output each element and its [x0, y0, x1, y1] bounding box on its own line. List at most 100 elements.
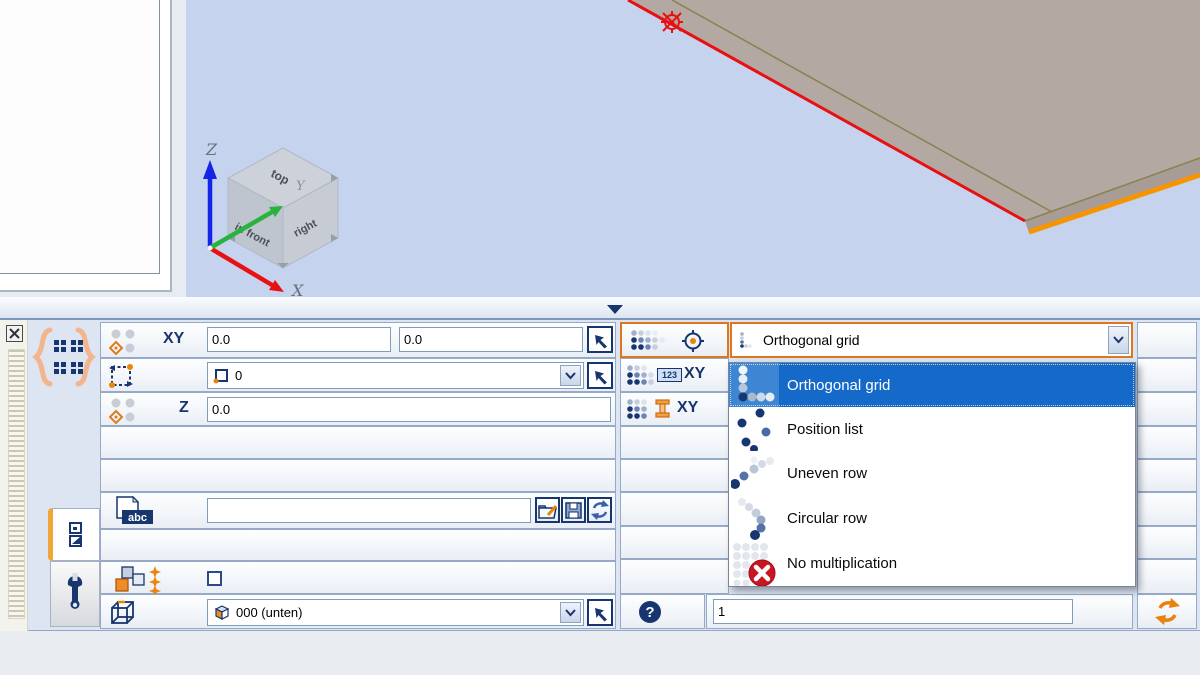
empty-row	[1137, 492, 1197, 526]
abc-badge: abc	[128, 512, 147, 524]
z-offset-input[interactable]	[207, 397, 611, 422]
dropdown-option-label: Position list	[787, 421, 863, 438]
close-panel-button[interactable]	[6, 325, 23, 342]
parameters-tab-icon	[68, 522, 85, 548]
element-option-row	[100, 561, 616, 594]
empty-row	[1137, 559, 1197, 594]
refresh-preview-icon[interactable]	[1154, 598, 1181, 625]
rotation-icon	[107, 362, 135, 390]
empty-row	[620, 526, 729, 559]
pick-arrow-icon	[591, 331, 609, 349]
dropdown-option-label: Uneven row	[787, 465, 867, 482]
uneven-row-icon	[729, 452, 779, 496]
point-snap-icon	[109, 327, 139, 355]
multiplication-selected-value: Orthogonal grid	[763, 332, 860, 348]
dropdown-option-position-list[interactable]: Position list	[729, 407, 1135, 451]
empty-row	[620, 426, 729, 459]
close-icon	[9, 328, 20, 339]
layer-combobox[interactable]: 000 (unten)	[207, 599, 584, 626]
dropdown-option-orthogonal-grid[interactable]: Orthogonal grid	[729, 363, 1135, 407]
save-icon	[564, 501, 583, 520]
pick-rotation-in-view-button[interactable]	[587, 362, 613, 389]
sync-arrows-icon	[590, 500, 610, 520]
empty-row	[1137, 322, 1197, 358]
panel-grip-handle[interactable]	[8, 349, 25, 619]
point-snap-icon	[109, 396, 139, 424]
xy-list-label: XY	[684, 365, 705, 383]
element-group-icon	[107, 564, 165, 594]
empty-row	[1137, 459, 1197, 492]
empty-row	[100, 426, 616, 459]
dropdown-option-no-multiplication[interactable]: No multiplication	[729, 542, 1135, 586]
cad-application-window: top in front right Y Z X	[0, 0, 1200, 675]
layer-row: 000 (unten)	[100, 594, 616, 629]
empty-row	[1137, 358, 1197, 392]
rotation-row: 0	[100, 358, 616, 392]
multiplication-tool-icon	[28, 324, 100, 390]
pick-xy-in-view-button[interactable]	[587, 326, 613, 353]
multiplication-dropdown-list: Orthogonal grid Position list Uneven r	[728, 362, 1136, 587]
y-offset-input[interactable]	[399, 327, 583, 352]
coordinate-list-badge: 123	[657, 368, 682, 382]
multiplication-mode-combobox[interactable]: Orthogonal grid	[730, 322, 1133, 358]
load-favorite-button[interactable]	[535, 497, 560, 523]
name-row: abc	[100, 492, 616, 529]
axis-label-y: Y	[296, 179, 306, 194]
xy-coordinate-row: XY	[100, 322, 616, 358]
help-cell: ?	[620, 594, 705, 629]
empty-row	[1137, 526, 1197, 559]
empty-row	[1137, 426, 1197, 459]
dropdown-option-label: No multiplication	[787, 555, 897, 572]
rotation-dropdown-button[interactable]	[560, 365, 581, 386]
empty-row	[620, 459, 729, 492]
pick-layer-in-view-button[interactable]	[587, 599, 613, 626]
count-cell	[706, 594, 1133, 629]
name-input[interactable]	[207, 498, 531, 523]
angle-icon	[213, 368, 229, 384]
numbered-grid-row[interactable]: 123 XY	[620, 358, 729, 392]
empty-row	[620, 559, 729, 594]
rotation-angle-combobox[interactable]: 0	[207, 362, 584, 389]
tab-parameters[interactable]	[48, 508, 100, 561]
3d-viewport[interactable]: top in front right Y Z X	[186, 0, 1200, 297]
grid-placement-row[interactable]	[620, 322, 729, 358]
x-offset-input[interactable]	[207, 327, 391, 352]
snap-crosshair-icon	[661, 11, 683, 33]
element-option-checkbox[interactable]	[207, 571, 222, 586]
layer-value: 000 (unten)	[236, 605, 303, 620]
dot-grid-icon	[629, 329, 667, 352]
z-label: Z	[179, 399, 189, 417]
panel-separator[interactable]	[0, 297, 1200, 318]
chevron-down-icon	[565, 609, 576, 617]
status-area	[0, 631, 1200, 675]
xy-label: XY	[163, 330, 184, 348]
multiplication-dropdown-button[interactable]	[1108, 326, 1129, 354]
orthogonal-grid-icon	[729, 363, 779, 407]
layer-dropdown-button[interactable]	[560, 602, 581, 623]
profile-grid-row[interactable]: XY	[620, 392, 729, 426]
tab-tools[interactable]	[50, 561, 100, 627]
dropdown-option-circular-row[interactable]: Circular row	[729, 496, 1135, 542]
axis-label-x: X	[290, 281, 304, 297]
plan-view-canvas[interactable]	[0, 0, 160, 274]
target-point-icon	[680, 328, 706, 354]
exchange-favorite-button[interactable]	[587, 497, 612, 523]
dot-grid-icon	[625, 398, 655, 421]
layer-mini-cube-icon	[212, 604, 231, 621]
empty-row	[1137, 392, 1197, 426]
count-input[interactable]	[713, 599, 1073, 624]
z-coordinate-row: Z	[100, 392, 616, 426]
name-label-icon: abc	[109, 496, 159, 526]
layer-cube-icon	[109, 599, 137, 626]
collapse-panel-arrow-icon[interactable]	[607, 305, 623, 314]
steel-profile-icon	[655, 399, 673, 420]
dropdown-option-label: Orthogonal grid	[787, 377, 890, 394]
xy-profile-label: XY	[677, 399, 698, 417]
empty-row	[100, 529, 616, 561]
chevron-down-icon	[1113, 336, 1124, 344]
help-icon[interactable]: ?	[639, 601, 661, 623]
pick-arrow-icon	[591, 367, 609, 385]
dropdown-option-uneven-row[interactable]: Uneven row	[729, 452, 1135, 496]
save-favorite-button[interactable]	[561, 497, 586, 523]
no-multiplication-icon	[729, 542, 779, 586]
